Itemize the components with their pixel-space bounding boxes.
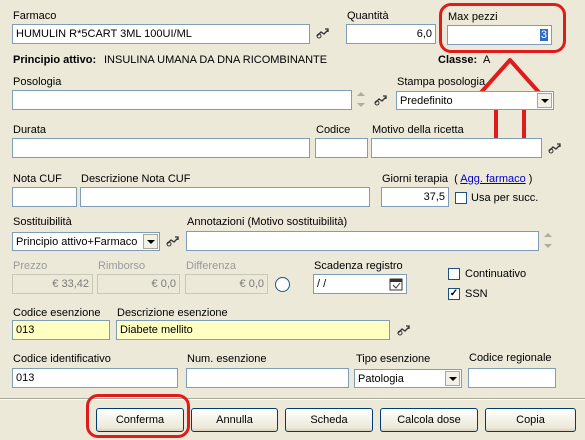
annotazioni-label: Annotazioni (Motivo sostituibilità) [187,216,348,228]
motivo-label: Motivo della ricetta [372,124,464,136]
status-radio[interactable] [275,277,290,292]
ssn-label: SSN [465,288,488,300]
stampa-posologia-select[interactable]: Predefinito [396,91,554,110]
posologia-label: Posologia [13,76,62,88]
codice-esenzione-field[interactable]: 013 [12,320,110,340]
giorni-terapia-field[interactable]: 37,5 [381,187,449,207]
sostituibilita-label: Sostituibilità [13,216,72,228]
differenza-label: Differenza [186,260,236,272]
paren-open: ( [454,173,458,185]
descr-nota-cuf-field[interactable] [80,187,370,207]
principio-value: INSULINA UMANA DA DNA RICOMBINANTE [104,54,328,66]
scheda-button[interactable]: Scheda [285,408,373,432]
max-pezzi-field[interactable]: 3 [447,25,552,45]
pin-icon[interactable] [316,28,329,39]
calendar-icon[interactable] [389,277,403,291]
rimborso-field: € 0,0 [97,274,180,294]
spin-up-icon[interactable] [542,232,554,239]
codice-field[interactable] [315,138,368,158]
usa-per-succ-label: Usa per succ. [471,192,539,204]
scadenza-field[interactable]: / / [313,274,407,294]
pin-icon[interactable] [374,95,387,106]
descr-esenzione-field[interactable]: Diabete mellito [116,320,390,340]
spin-down-icon[interactable] [542,243,554,250]
giorni-terapia-text: Giorni terapia [382,173,449,185]
codice-identificativo-field[interactable]: 013 [12,368,178,388]
tipo-esenzione-value: Patologia [358,373,404,385]
chevron-down-icon[interactable] [143,234,158,249]
continuativo-label: Continuativo [465,268,527,280]
giorni-terapia-label: Giorni terapia ( Agg. farmaco ) [382,173,532,185]
posologia-field[interactable] [12,90,352,110]
annotazioni-spinner[interactable] [542,232,554,250]
nota-cuf-label: Nota CUF [13,173,62,185]
scadenza-value: / / [317,278,327,290]
farmaco-field[interactable]: HUMULIN R*5CART 3ML 100UI/ML [12,24,310,44]
codice-regionale-label: Codice regionale [469,352,552,364]
principio-label: Principio attivo: [13,54,97,66]
usa-per-succ-checkbox[interactable] [455,192,467,204]
num-esenzione-label: Num. esenzione [187,353,267,365]
descr-nota-cuf-label: Descrizione Nota CUF [81,173,191,185]
sostituibilita-select[interactable]: Principio attivo+Farmaco [12,232,160,251]
calcola-dose-button[interactable]: Calcola dose [380,408,478,432]
descr-esenzione-label: Descrizione esenzione [117,307,228,319]
codice-identificativo-label: Codice identificativo [13,353,111,365]
agg-farmaco-link[interactable]: Agg. farmaco [460,173,525,185]
motivo-field[interactable] [371,138,542,158]
codice-label: Codice [316,124,351,136]
posologia-spinner[interactable] [355,91,367,109]
copia-button[interactable]: Copia [485,408,576,432]
stampa-posologia-value: Predefinito [400,95,453,107]
num-esenzione-field[interactable] [186,368,349,388]
quantita-field[interactable]: 6,0 [346,24,436,44]
max-pezzi-value: 3 [539,29,548,41]
codice-esenzione-label: Codice esenzione [13,307,101,319]
pin-icon[interactable] [166,236,179,247]
codice-regionale-field[interactable] [468,368,556,388]
durata-field[interactable] [12,138,310,158]
tipo-esenzione-label: Tipo esenzione [356,353,431,365]
stampa-posologia-label: Stampa posologia [397,76,486,88]
annotazioni-field[interactable] [186,231,539,251]
pin-icon[interactable] [397,325,410,336]
annulla-button[interactable]: Annulla [191,408,278,432]
farmaco-label: Farmaco [13,10,57,22]
prezzo-field: € 33,42 [12,274,93,294]
ssn-checkbox[interactable]: ✓ [448,288,460,300]
sostituibilita-value: Principio attivo+Farmaco [16,236,138,248]
spin-down-icon[interactable] [355,102,367,109]
separator [0,398,585,400]
quantita-label: Quantità [347,10,389,22]
scadenza-label: Scadenza registro [314,260,403,272]
continuativo-checkbox[interactable] [448,268,460,280]
prezzo-label: Prezzo [13,260,48,272]
durata-label: Durata [13,124,47,136]
conferma-button[interactable]: Conferma [96,408,184,432]
nota-cuf-field[interactable] [12,187,77,207]
max-pezzi-label: Max pezzi [448,11,498,23]
chevron-down-icon[interactable] [445,371,460,386]
spin-up-icon[interactable] [355,91,367,98]
differenza-field: € 0,0 [185,274,268,294]
tipo-esenzione-select[interactable]: Patologia [354,369,462,388]
paren-close: ) [528,173,533,185]
rimborso-label: Rimborso [98,260,146,272]
chevron-down-icon[interactable] [537,93,552,108]
pin-icon[interactable] [548,143,561,154]
